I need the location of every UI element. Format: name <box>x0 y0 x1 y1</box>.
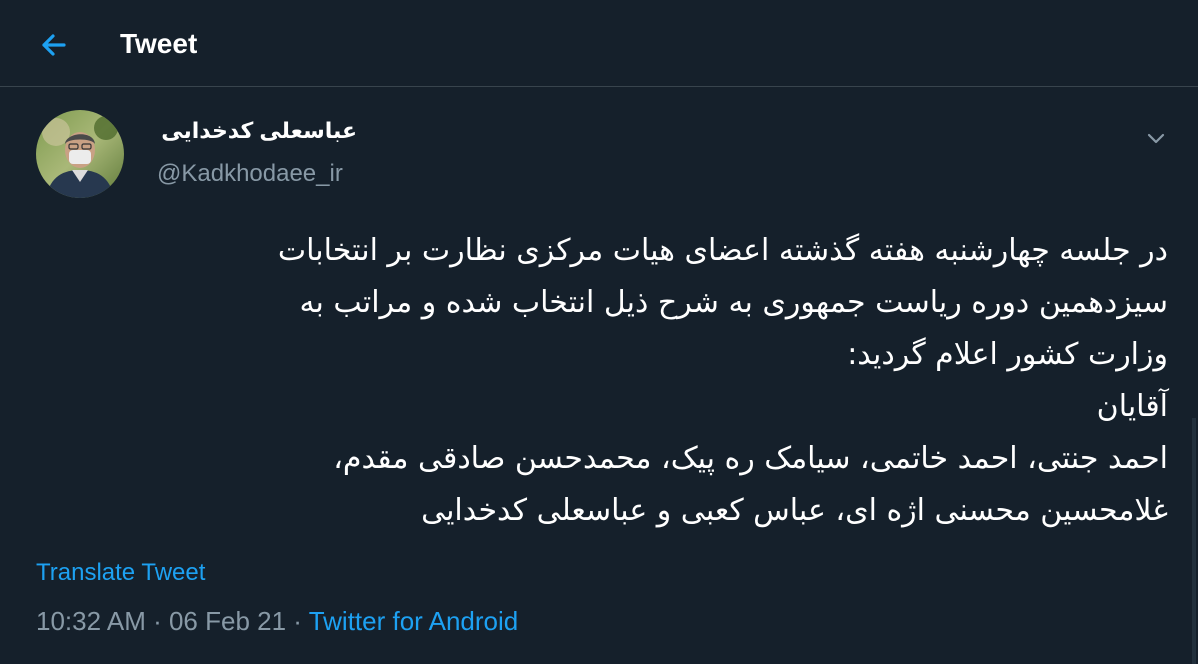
tweet-time: 10:32 AM <box>36 606 146 636</box>
chevron-down-icon <box>1147 133 1165 144</box>
tweet-source-link[interactable]: Twitter for Android <box>309 606 519 636</box>
tweet-line: وزارت کشور اعلام گردید: <box>847 337 1168 372</box>
avatar[interactable] <box>36 110 124 198</box>
tweet-line: غلامحسین محسنی اژه ای، عباس کعبی و عباسع… <box>421 493 1168 528</box>
author-display-name[interactable]: عباسعلی کدخدایی <box>157 116 357 146</box>
page-title: Tweet <box>120 28 198 59</box>
meta-separator: · <box>145 606 169 636</box>
tweet-date: 06 Feb 21 <box>168 606 287 636</box>
tweet-meta: 10:32 AM · 06 Feb 21 · Twitter for Andro… <box>36 603 518 639</box>
back-button[interactable] <box>34 25 74 65</box>
top-bar: Tweet <box>0 0 1198 87</box>
tweet-line: در جلسه چهارشنبه هفته گذشته اعضای هیات م… <box>277 233 1168 268</box>
tweet-text: در جلسه چهارشنبه هفته گذشته اعضای هیات م… <box>28 225 1168 537</box>
meta-separator: · <box>286 606 309 636</box>
author-username[interactable]: @Kadkhodaee_ir <box>157 158 343 190</box>
translate-tweet-link[interactable]: Translate Tweet <box>36 557 205 589</box>
tweet-line: آقایان <box>1096 389 1168 424</box>
scrollbar[interactable] <box>1192 418 1196 664</box>
tweet-line: احمد جنتی، احمد خاتمی، سیامک ره پیک، محم… <box>333 441 1168 476</box>
more-options-button[interactable] <box>1140 122 1172 154</box>
arrow-left-icon <box>42 34 66 56</box>
tweet-line: سیزدهمین دوره ریاست جمهوری به شرح ذیل ان… <box>299 285 1168 320</box>
